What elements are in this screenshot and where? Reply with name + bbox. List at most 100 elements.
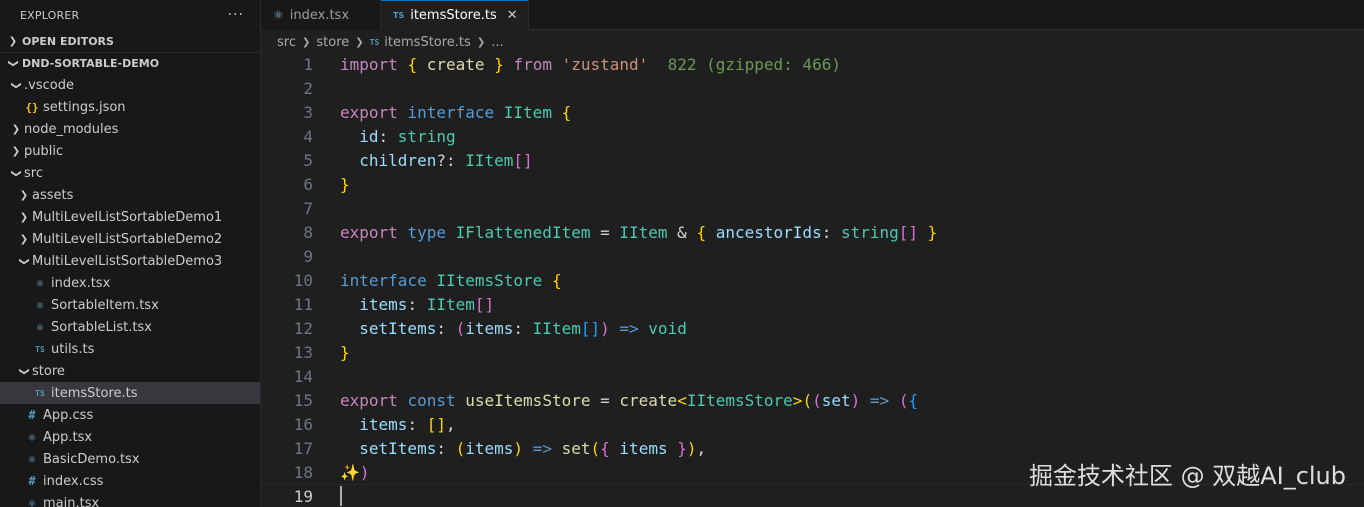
code-line[interactable]: 3 export interface IItem { [261,100,1364,124]
code-token: export [340,222,398,242]
tree-item[interactable]: ⚛ main.tsx [0,492,260,507]
code-token: { [551,270,562,290]
code-line[interactable]: 1 import { create } from 'zustand' 822 (g… [261,52,1364,76]
code-token: ( [590,438,601,458]
code-text: export interface IItem { [340,103,571,122]
code-token: ) [359,462,370,482]
explorer-header: EXPLORER ··· [0,0,260,30]
code-line[interactable]: 10 interface IItemsStore { [261,268,1364,292]
react-file-icon: ⚛ [273,8,284,22]
code-text: id: string [340,127,455,146]
tree-item[interactable]: ❯ node_modules [0,118,260,140]
code-token: } [494,54,504,74]
code-line[interactable]: 13} [261,340,1364,364]
tab-index-tsx[interactable]: ⚛ index.tsx [261,0,381,30]
tree-item[interactable]: TS itemsStore.ts [0,382,260,404]
code-token: => [532,438,552,458]
tab-itemsstore-ts[interactable]: TS itemsStore.ts ✕ [381,0,529,30]
more-actions-icon[interactable]: ··· [228,7,244,23]
code-line[interactable]: 9 [261,244,1364,268]
code-token: ) [600,318,610,338]
code-line[interactable]: 4 id: string [261,124,1364,148]
tree-item[interactable]: # index.css [0,470,260,492]
code-line[interactable]: 5 children?: IItem[] [261,148,1364,172]
tree-item[interactable]: ⚛ SortableItem.tsx [0,294,260,316]
code-token: IItem [426,294,475,314]
code-text: import { create } from 'zustand' 822 (gz… [340,55,841,74]
code-token: { [407,54,418,74]
breadcrumb-src[interactable]: src [277,35,296,50]
code-token: IItemsStore [436,270,543,290]
typescript-file-icon: TS [393,11,405,20]
code-token: export [340,102,398,122]
code-line[interactable]: 8 export type IFlattenedItem = IItem & { … [261,220,1364,244]
tree-item[interactable]: ❯ public [0,140,260,162]
code-token: , [445,414,456,434]
project-section[interactable]: ❯ DND-SORTABLE-DEMO [0,52,260,74]
code-token: create [619,390,678,410]
tree-item[interactable]: ❯ .vscode [0,74,260,96]
tree-item[interactable]: ⚛ SortableList.tsx [0,316,260,338]
code-line[interactable]: 12 setItems: (items: IItem[]) => void [261,316,1364,340]
tree-item[interactable]: ❯ MultiLevelListSortableDemo1 [0,206,260,228]
open-editors-section[interactable]: ❯ OPEN EDITORS [0,30,260,52]
tree-item[interactable]: {} settings.json [0,96,260,118]
code-line[interactable]: 2 [261,76,1364,100]
code-token: , [696,438,707,458]
chevron-right-icon: ❯ [355,36,364,48]
react-file-icon: ⚛ [36,298,44,312]
code-line[interactable]: 14 [261,364,1364,388]
tree-item[interactable]: TS utils.ts [0,338,260,360]
code-line[interactable]: 11 items: IItem[] [261,292,1364,316]
tree-item-label: src [24,165,43,181]
tree-item[interactable]: ❯ store [0,360,260,382]
code-token: => [869,390,890,410]
tree-item[interactable]: ⚛ index.tsx [0,272,260,294]
code-text: setItems: (items) => set({ items }), [340,439,706,458]
code-token: ) [850,390,861,410]
tree-item[interactable]: ❯ src [0,162,260,184]
code-token: IItem [503,102,552,122]
tree-item-label: SortableList.tsx [51,319,152,335]
line-number: 6 [303,174,313,194]
tree-item[interactable]: ❯ MultiLevelListSortableDemo2 [0,228,260,250]
code-line[interactable]: 6} [261,172,1364,196]
breadcrumb-symbol[interactable]: ... [491,35,503,50]
code-line[interactable]: 16 items: [], [261,412,1364,436]
chevron-down-icon: ❯ [18,256,30,266]
code-line[interactable]: 15 export const useItemsStore = create<II… [261,388,1364,412]
tree-item[interactable]: # App.css [0,404,260,426]
tree-item[interactable]: ⚛ BasicDemo.tsx [0,448,260,470]
react-file-icon: ⚛ [28,430,36,444]
code-token: IItemsStore [686,390,793,410]
css-file-icon: # [28,408,36,422]
tree-item[interactable]: ❯ assets [0,184,260,206]
tab-bar: ⚛ index.tsx TS itemsStore.ts ✕ [261,0,1364,30]
code-token: : [436,438,456,458]
code-text: } [340,175,350,194]
chevron-right-icon: ❯ [19,233,29,245]
code-token: } [340,174,350,194]
code-token: items [359,414,408,434]
code-line[interactable]: 7 [261,196,1364,220]
breadcrumb-file[interactable]: itemsStore.ts [384,35,471,50]
close-icon[interactable]: ✕ [507,8,518,23]
tree-item[interactable]: ⚛ App.tsx [0,426,260,448]
code-token: 'zustand' [561,54,649,74]
chevron-right-icon: ❯ [19,189,29,201]
code-token: : [407,294,427,314]
tree-item-label: App.css [43,407,94,423]
line-number: 16 [293,414,313,434]
code-editor[interactable]: 1 import { create } from 'zustand' 822 (g… [261,52,1364,507]
tree-item[interactable]: ❯ MultiLevelListSortableDemo3 [0,250,260,272]
breadcrumb-store[interactable]: store [316,35,349,50]
code-token: [] [513,150,533,170]
open-editors-label: OPEN EDITORS [22,34,114,48]
